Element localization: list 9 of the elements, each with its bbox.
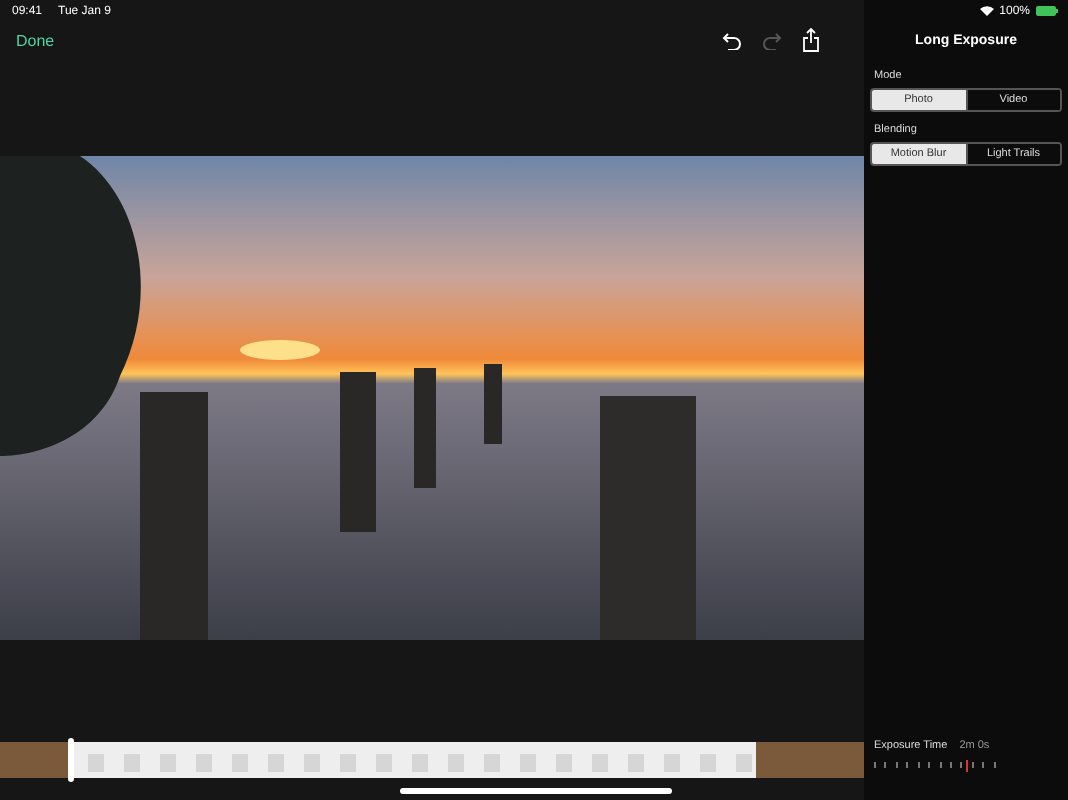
redo-icon[interactable] xyxy=(762,31,782,49)
playhead-handle[interactable] xyxy=(68,738,74,782)
done-button[interactable]: Done xyxy=(16,31,55,49)
filmstrip-drawing[interactable] xyxy=(0,742,864,778)
wifi-icon xyxy=(979,6,994,16)
undo-icon[interactable] xyxy=(722,31,742,49)
slider-marker[interactable] xyxy=(966,760,969,772)
share-icon[interactable] xyxy=(802,28,820,52)
battery-icon xyxy=(1036,6,1058,16)
